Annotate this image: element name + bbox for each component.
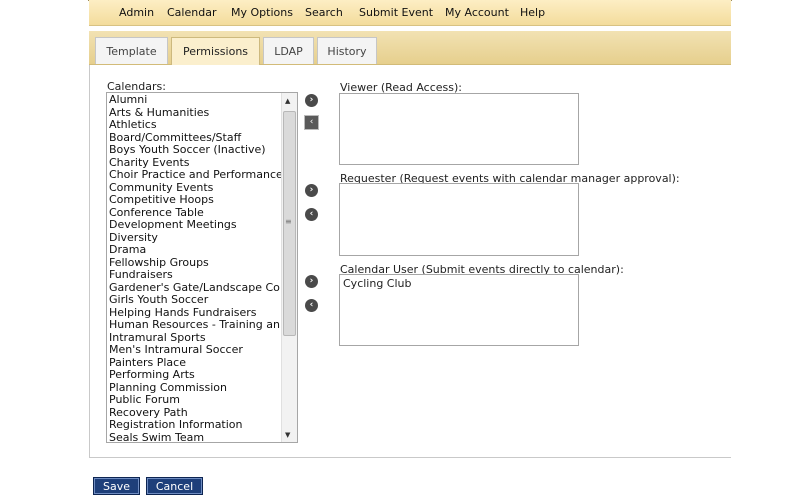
calendars-list: Alumni Arts & Humanities Athletics Board/Co…: [107, 94, 285, 442]
add-viewer-button[interactable]: ›: [305, 94, 318, 107]
list-item[interactable]: Seals Swim Team: [109, 431, 285, 442]
menu-calendar[interactable]: Calendar: [167, 6, 216, 19]
list-item[interactable]: Competitive Hoops: [109, 193, 285, 207]
scroll-grip-icon: ≡: [285, 217, 292, 226]
tab-permissions[interactable]: Permissions: [171, 37, 260, 65]
list-item[interactable]: Registration Information: [109, 418, 285, 432]
list-item[interactable]: Fundraisers: [109, 268, 285, 282]
remove-viewer-button[interactable]: ‹: [304, 115, 319, 130]
menu-my-options[interactable]: My Options: [231, 6, 293, 19]
tab-history[interactable]: History: [317, 37, 377, 64]
list-item[interactable]: Boys Youth Soccer (Inactive): [109, 143, 285, 157]
save-button[interactable]: Save: [93, 477, 140, 495]
scroll-down-icon[interactable]: ▼: [285, 431, 290, 439]
menu-help[interactable]: Help: [520, 6, 545, 19]
list-item[interactable]: Alumni: [109, 94, 285, 107]
list-item[interactable]: Public Forum: [109, 393, 285, 407]
list-item[interactable]: Development Meetings: [109, 218, 285, 232]
requester-listbox[interactable]: [339, 183, 579, 256]
calendars-scrollbar[interactable]: ▲ ≡ ▼: [281, 93, 297, 442]
tab-template[interactable]: Template: [95, 37, 168, 64]
chevron-left-icon: ‹: [309, 209, 314, 219]
chevron-left-icon: ‹: [309, 300, 314, 310]
calendars-listbox[interactable]: Alumni Arts & Humanities Athletics Board/Co…: [106, 92, 298, 443]
remove-calendar-user-button[interactable]: ‹: [305, 299, 318, 312]
menu-submit-event[interactable]: Submit Event: [359, 6, 433, 19]
list-item[interactable]: Athletics: [109, 118, 285, 132]
list-item[interactable]: Drama: [109, 243, 285, 257]
list-item[interactable]: Men's Intramural Soccer: [109, 343, 285, 357]
chevron-right-icon: ›: [309, 185, 314, 195]
list-item[interactable]: Choir Practice and Performance: [109, 168, 285, 182]
add-requester-button[interactable]: ›: [305, 184, 318, 197]
chevron-right-icon: ›: [309, 276, 314, 286]
remove-requester-button[interactable]: ‹: [305, 208, 318, 221]
add-calendar-user-button[interactable]: ›: [305, 275, 318, 288]
list-item[interactable]: Girls Youth Soccer: [109, 293, 285, 307]
menu-search[interactable]: Search: [305, 6, 343, 19]
list-item[interactable]: Cycling Club: [343, 277, 575, 290]
chevron-left-icon: ‹: [309, 117, 314, 127]
viewer-listbox[interactable]: [339, 93, 579, 165]
cancel-button[interactable]: Cancel: [146, 477, 203, 495]
chevron-right-icon: ›: [309, 95, 314, 105]
menu-admin[interactable]: Admin: [119, 6, 154, 19]
list-item[interactable]: Human Resources - Training an: [109, 318, 285, 332]
tab-strip: Template Permissions LDAP History: [89, 31, 731, 65]
main-menu: Admin Calendar My Options Search Submit …: [89, 0, 731, 26]
list-item[interactable]: Performing Arts: [109, 368, 285, 382]
menu-my-account[interactable]: My Account: [445, 6, 509, 19]
scroll-up-icon[interactable]: ▲: [285, 97, 290, 105]
tab-ldap[interactable]: LDAP: [263, 37, 314, 64]
calendar-user-listbox[interactable]: Cycling Club: [339, 274, 579, 346]
